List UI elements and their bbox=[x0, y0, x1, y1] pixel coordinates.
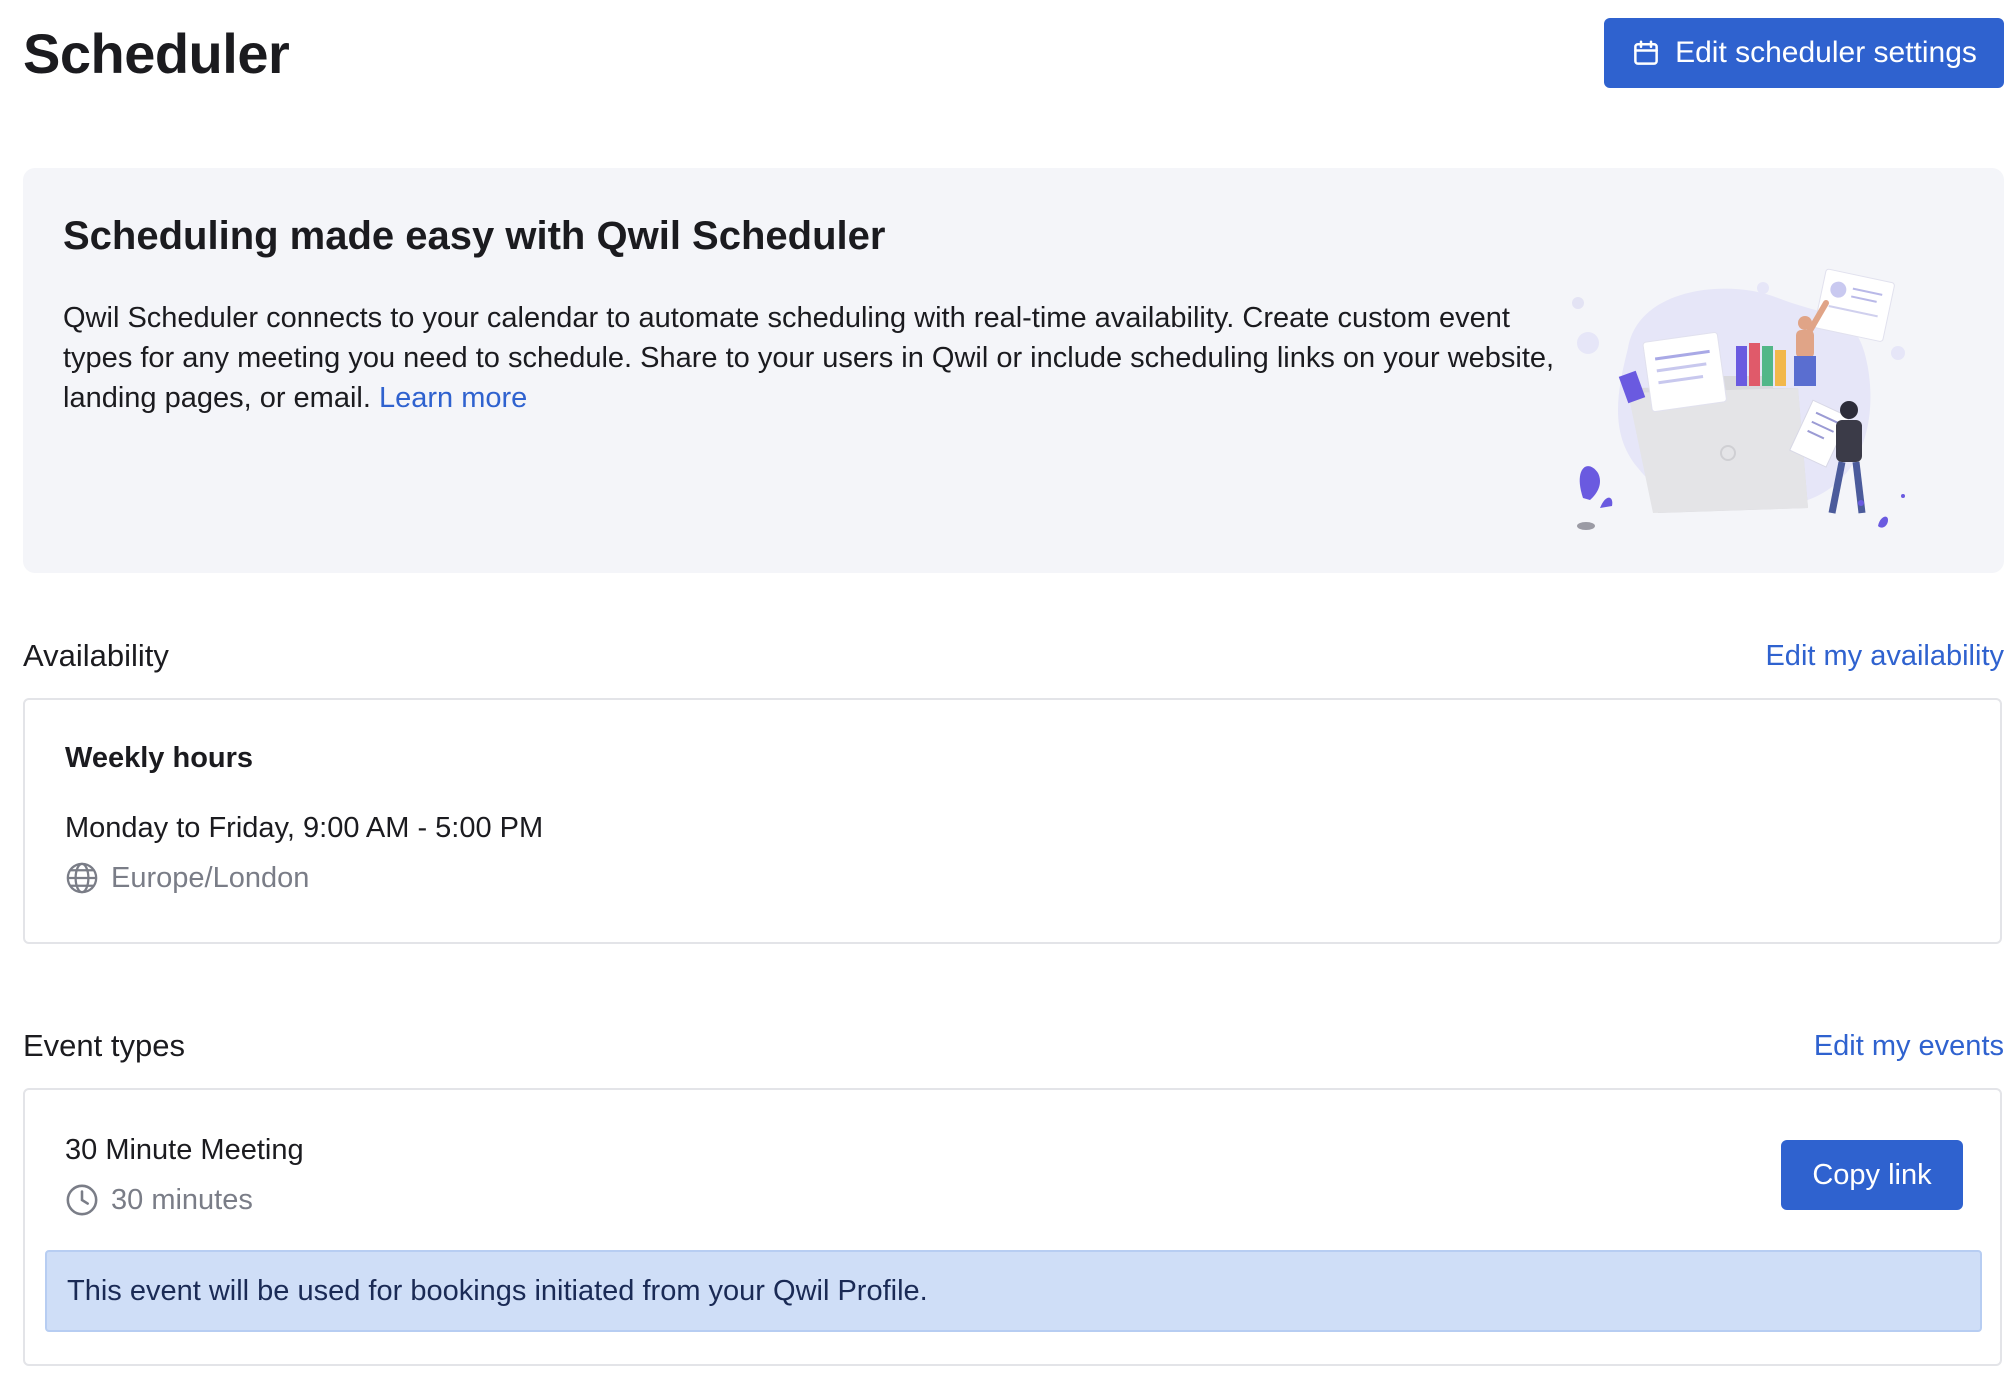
edit-scheduler-settings-button[interactable]: Edit scheduler settings bbox=[1604, 18, 2004, 88]
event-duration-row: 30 minutes bbox=[65, 1182, 253, 1218]
event-duration-label: 30 minutes bbox=[111, 1184, 253, 1216]
page-title: Scheduler bbox=[23, 22, 290, 85]
edit-my-events-link[interactable]: Edit my events bbox=[1814, 1026, 2004, 1066]
availability-section-title: Availability bbox=[23, 638, 169, 673]
banner-description: Qwil Scheduler connects to your calendar… bbox=[63, 298, 1573, 418]
timezone-label: Europe/London bbox=[111, 862, 310, 894]
banner-title: Scheduling made easy with Qwil Scheduler bbox=[63, 214, 886, 258]
availability-card: Weekly hours Monday to Friday, 9:00 AM -… bbox=[23, 698, 2002, 944]
profile-booking-notice: This event will be used for bookings ini… bbox=[45, 1250, 1982, 1332]
event-type-card: 30 Minute Meeting 30 minutes Copy link T… bbox=[23, 1088, 2002, 1366]
scheduler-illustration bbox=[1572, 268, 1905, 530]
clock-icon bbox=[66, 1184, 98, 1216]
banner-body: Qwil Scheduler connects to your calendar… bbox=[63, 302, 1555, 414]
weekly-hours-title: Weekly hours bbox=[65, 742, 254, 774]
copy-link-button[interactable]: Copy link bbox=[1781, 1140, 1963, 1210]
learn-more-link[interactable]: Learn more bbox=[379, 382, 527, 414]
intro-banner: Scheduling made easy with Qwil Scheduler… bbox=[23, 168, 2004, 573]
calendar-icon bbox=[1634, 40, 1658, 65]
event-types-section-title: Event types bbox=[23, 1028, 185, 1063]
globe-icon bbox=[66, 862, 98, 894]
edit-my-availability-link[interactable]: Edit my availability bbox=[1765, 636, 2004, 676]
edit-scheduler-settings-label: Edit scheduler settings bbox=[1675, 36, 1977, 69]
weekly-hours-text: Monday to Friday, 9:00 AM - 5:00 PM bbox=[65, 812, 544, 844]
timezone-row: Europe/London bbox=[65, 860, 309, 896]
event-name: 30 Minute Meeting bbox=[65, 1134, 304, 1166]
